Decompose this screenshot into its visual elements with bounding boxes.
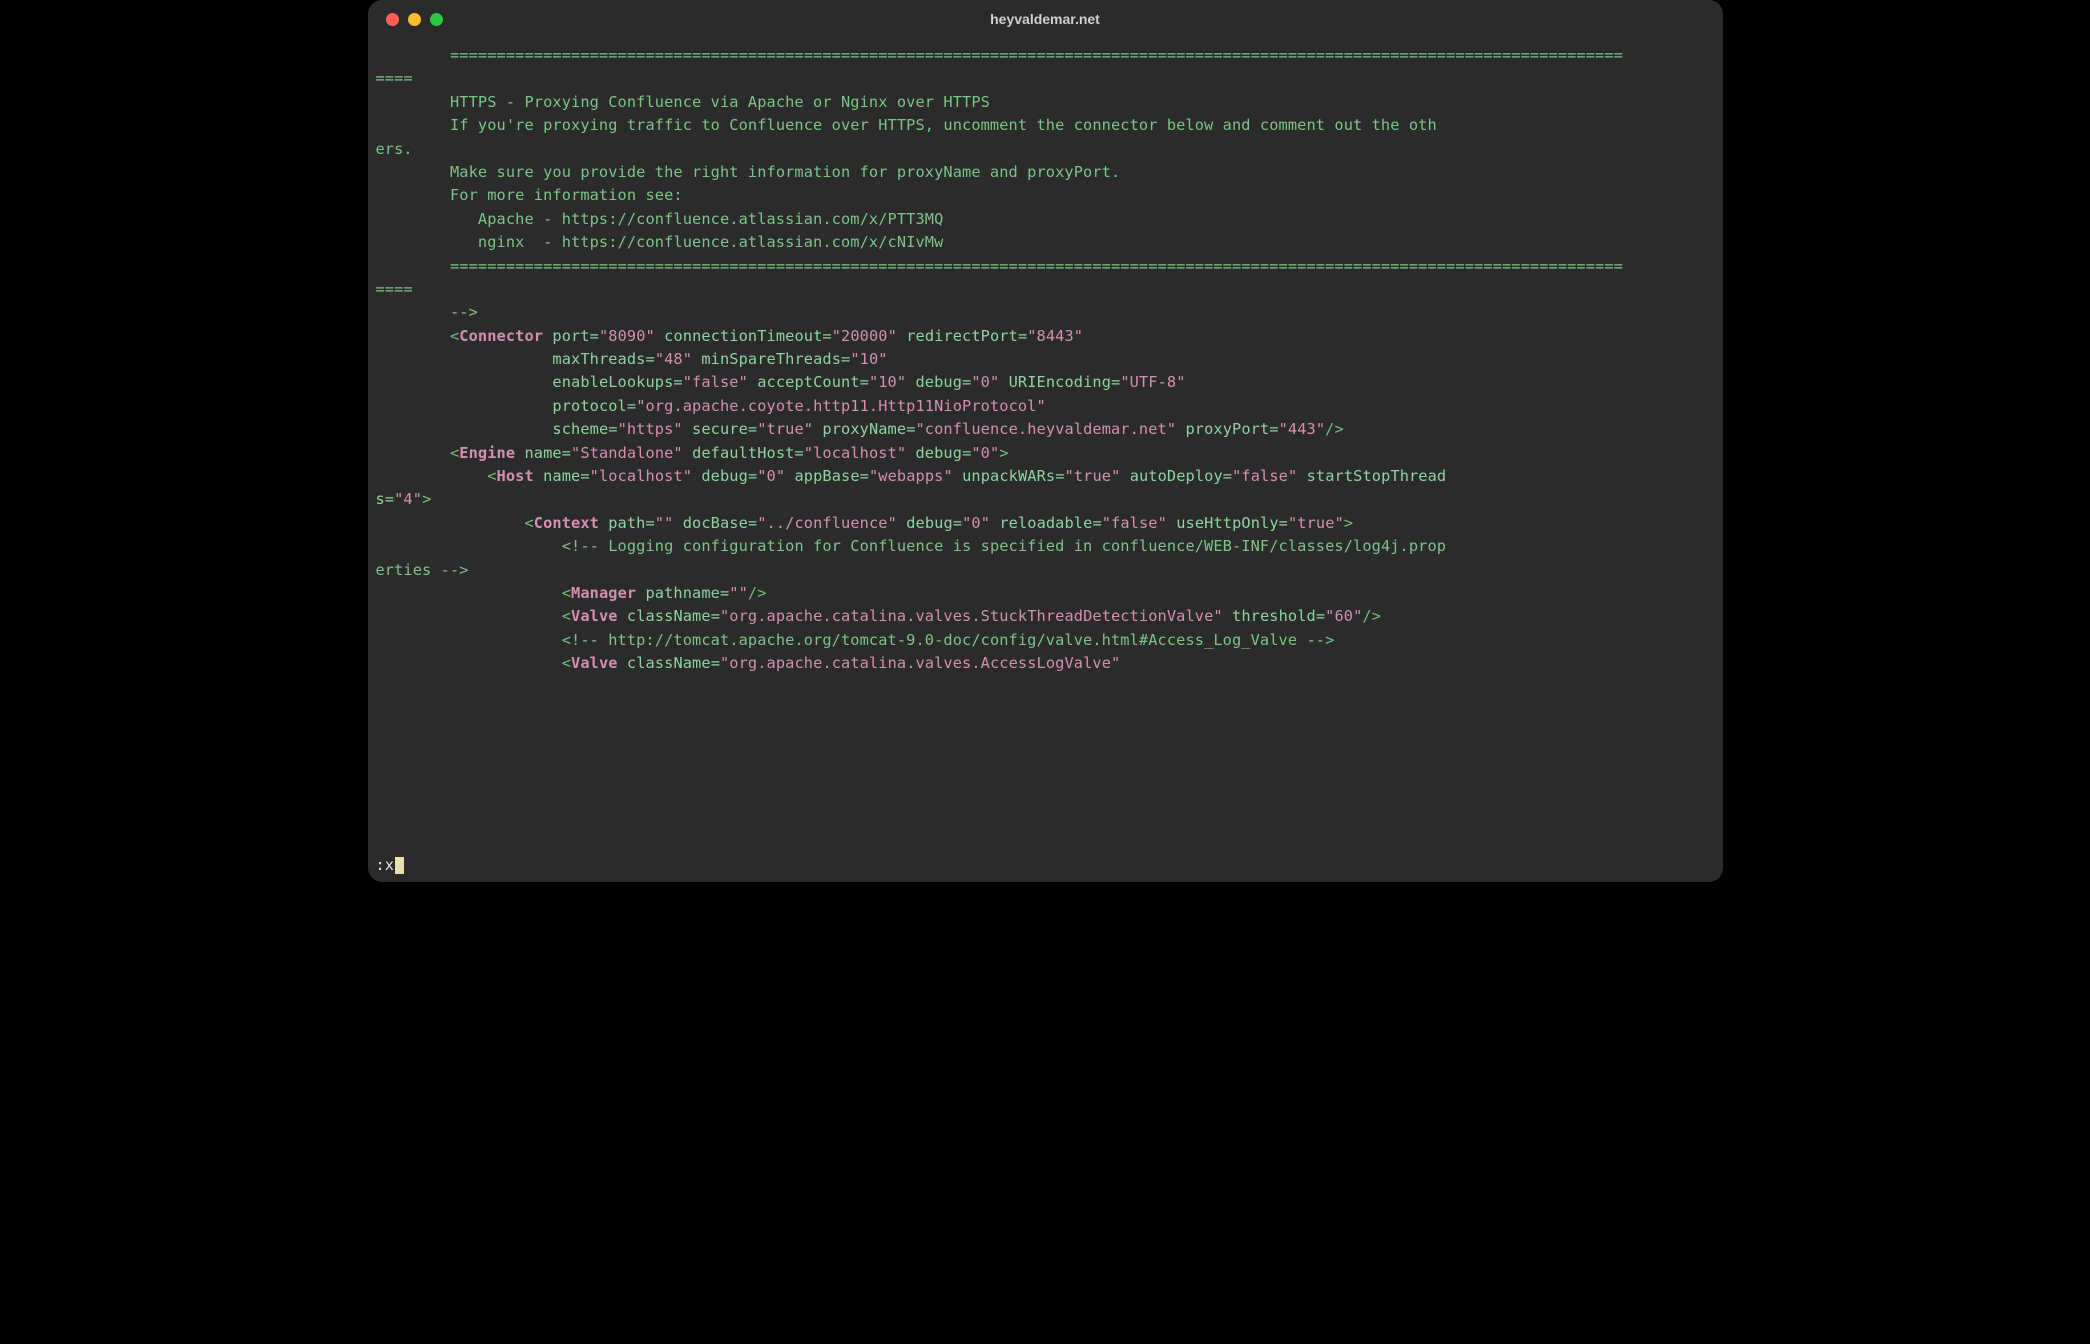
code-line: <!-- Logging configuration for Confluenc…	[376, 535, 1715, 558]
terminal-body[interactable]: ========================================…	[368, 38, 1723, 682]
code-line: maxThreads="48" minSpareThreads="10"	[376, 348, 1715, 371]
code-line: s="4">	[376, 488, 1715, 511]
code-line: If you're proxying traffic to Confluence…	[376, 114, 1715, 137]
code-line: For more information see:	[376, 184, 1715, 207]
close-icon[interactable]	[386, 13, 399, 26]
code-line: HTTPS - Proxying Confluence via Apache o…	[376, 91, 1715, 114]
code-line: ====	[376, 67, 1715, 90]
code-line: erties -->	[376, 559, 1715, 582]
traffic-lights	[386, 13, 443, 26]
code-line: <Engine name="Standalone" defaultHost="l…	[376, 442, 1715, 465]
code-line: <Valve className="org.apache.catalina.va…	[376, 605, 1715, 628]
window-title: heyvaldemar.net	[368, 11, 1723, 27]
code-line: ers.	[376, 138, 1715, 161]
vim-command-line[interactable]: :x	[376, 856, 404, 874]
code-line: ========================================…	[376, 44, 1715, 67]
code-line: <Connector port="8090" connectionTimeout…	[376, 325, 1715, 348]
code-line: enableLookups="false" acceptCount="10" d…	[376, 371, 1715, 394]
code-line: -->	[376, 301, 1715, 324]
code-line: <Manager pathname=""/>	[376, 582, 1715, 605]
code-line: <Valve className="org.apache.catalina.va…	[376, 652, 1715, 675]
minimize-icon[interactable]	[408, 13, 421, 26]
code-line: scheme="https" secure="true" proxyName="…	[376, 418, 1715, 441]
terminal-window: heyvaldemar.net ========================…	[368, 0, 1723, 882]
code-line: <!-- http://tomcat.apache.org/tomcat-9.0…	[376, 629, 1715, 652]
cursor-icon	[395, 857, 404, 874]
cmd-prefix: :	[376, 856, 385, 874]
maximize-icon[interactable]	[430, 13, 443, 26]
code-line: ========================================…	[376, 255, 1715, 278]
code-line: Make sure you provide the right informat…	[376, 161, 1715, 184]
code-line: Apache - https://confluence.atlassian.co…	[376, 208, 1715, 231]
code-line: ====	[376, 278, 1715, 301]
code-line: <Host name="localhost" debug="0" appBase…	[376, 465, 1715, 488]
code-line: <Context path="" docBase="../confluence"…	[376, 512, 1715, 535]
titlebar: heyvaldemar.net	[368, 0, 1723, 38]
cmd-text: x	[385, 856, 394, 874]
code-line: nginx - https://confluence.atlassian.com…	[376, 231, 1715, 254]
code-line: protocol="org.apache.coyote.http11.Http1…	[376, 395, 1715, 418]
